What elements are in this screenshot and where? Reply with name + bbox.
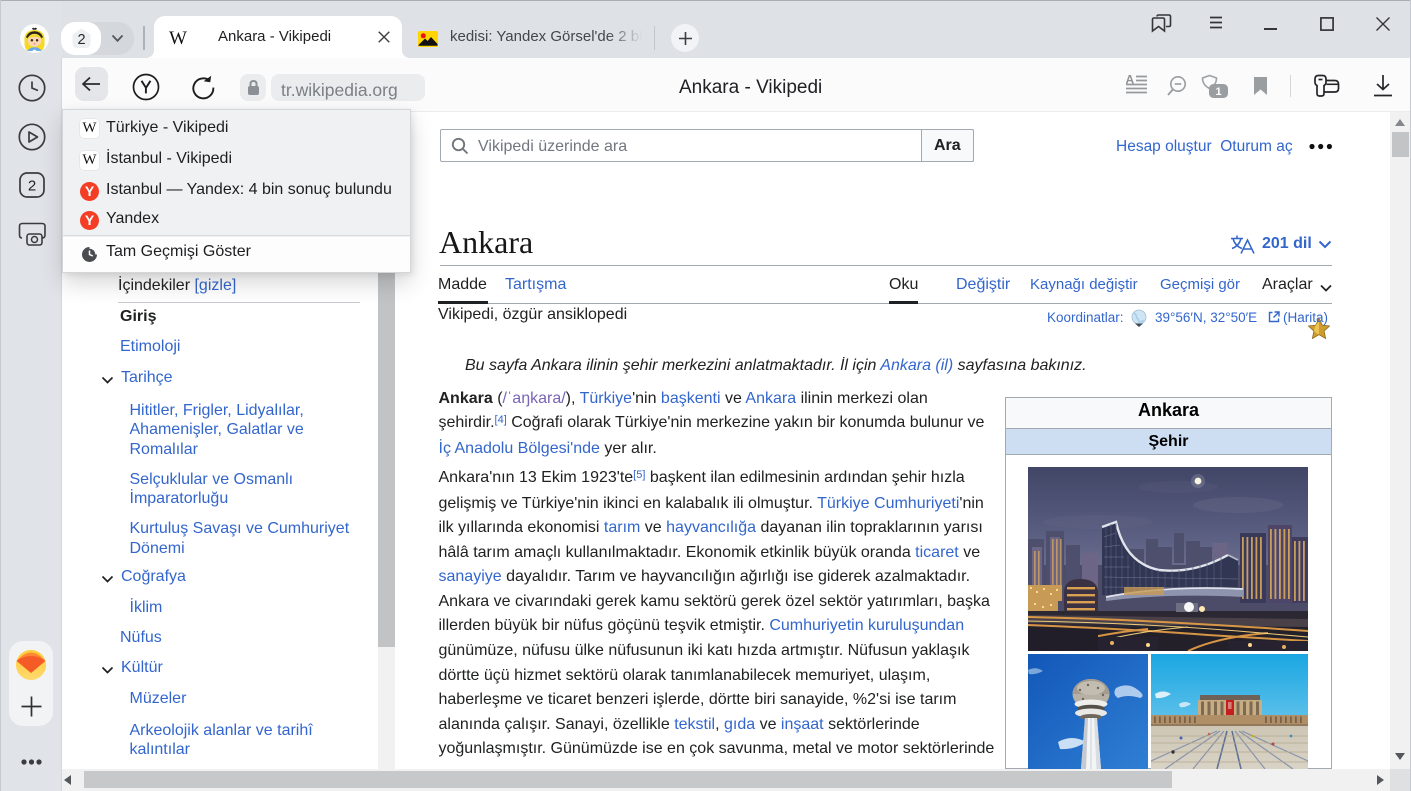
svg-text:A: A (1126, 75, 1135, 87)
svg-text:2: 2 (28, 178, 36, 195)
svg-text:1: 1 (1215, 86, 1221, 98)
svg-text:2: 2 (77, 32, 85, 48)
